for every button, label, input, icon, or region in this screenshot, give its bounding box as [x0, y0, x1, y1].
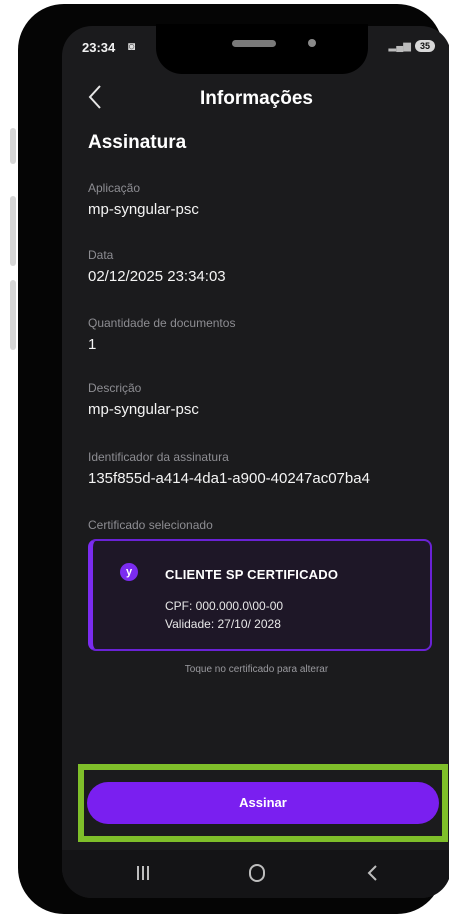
sign-button[interactable]: Assinar: [87, 782, 439, 824]
field-value: 1: [88, 336, 97, 353]
field-label: Quantidade de documentos: [88, 316, 236, 330]
field-signature-id: Identificador da assinatura 135f855d-a41…: [88, 450, 370, 487]
back-nav-icon[interactable]: [358, 862, 388, 884]
field-application: Aplicação mp-syngular-psc: [88, 181, 199, 218]
field-date: Data 02/12/2025 23:34:03: [88, 248, 226, 285]
phone-side-button: [10, 128, 16, 164]
certificate-name: CLIENTE SP CERTIFICADO: [165, 567, 339, 582]
certificate-section-label: Certificado selecionado: [88, 518, 213, 532]
field-label: Data: [88, 248, 114, 262]
field-label: Aplicação: [88, 181, 141, 195]
phone-side-button: [10, 280, 16, 350]
app-screen: 23:34 ◙ ▂▄▆ 35 Informações Assinatura Ap…: [62, 26, 449, 898]
system-nav-bar: [62, 850, 449, 898]
camera-notch: [156, 24, 368, 74]
phone-frame: 23:34 ◙ ▂▄▆ 35 Informações Assinatura Ap…: [18, 4, 449, 914]
section-title: Assinatura: [88, 132, 187, 153]
certificate-validity: Validade: 27/10/ 2028: [165, 617, 281, 631]
recents-icon[interactable]: [128, 862, 158, 884]
home-icon[interactable]: [242, 862, 272, 884]
battery-indicator: 35: [414, 40, 435, 52]
screen-record-icon: ◙: [128, 39, 136, 53]
field-value: mp-syngular-psc: [88, 201, 199, 218]
field-value: 02/12/2025 23:34:03: [88, 268, 226, 285]
phone-side-button: [10, 196, 16, 266]
field-value: 135f855d-a414-4da1-a900-40247ac07ba4: [88, 470, 370, 487]
certificate-card[interactable]: y CLIENTE SP CERTIFICADO CPF: 000.000.0\…: [88, 539, 432, 651]
page-title: Informações: [200, 88, 313, 109]
field-value: mp-syngular-psc: [88, 401, 199, 418]
field-description: Descrição mp-syngular-psc: [88, 381, 199, 418]
status-time: 23:34: [82, 40, 116, 55]
speaker-grille: [232, 40, 276, 47]
signal-icon: ▂▄▆: [388, 40, 411, 52]
field-label: Identificador da assinatura: [88, 450, 229, 464]
status-indicators: ▂▄▆ 35: [389, 40, 435, 52]
certificate-badge-icon: y: [120, 563, 138, 581]
front-camera: [308, 39, 316, 47]
certificate-hint: Toque no certificado para alterar: [184, 664, 329, 675]
certificate-cpf: CPF: 000.000.0\00-00: [165, 599, 284, 613]
field-document-count: Quantidade de documentos 1: [88, 316, 235, 353]
field-label: Descrição: [88, 381, 142, 395]
